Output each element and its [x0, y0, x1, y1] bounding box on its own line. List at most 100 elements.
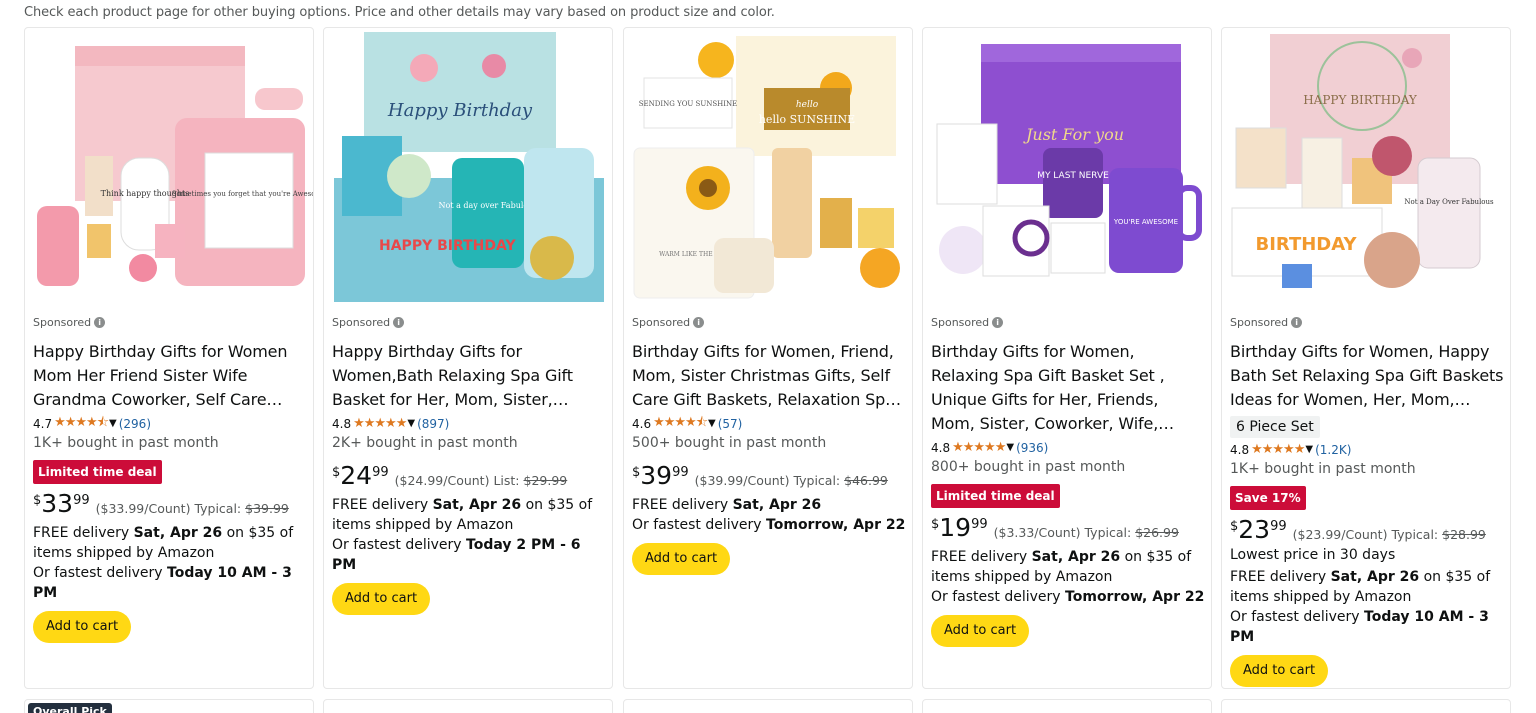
image-caption: SENDING YOU SUNSHINE [639, 100, 738, 108]
price[interactable]: $ 24 99 ($24.99/Count) List: $29.99 [332, 463, 606, 491]
chevron-down-icon[interactable]: ▼ [1305, 444, 1313, 455]
product-title[interactable]: Happy Birthday Gifts for Women,Bath Rela… [332, 340, 606, 412]
product-details: Sponsored i Birthday Gifts for Women, Hap… [1230, 314, 1504, 687]
unit-price: ($33.99/Count) Typical: $39.99 [95, 501, 289, 516]
bought-count: 1K+ bought in past month [33, 435, 219, 451]
price-whole: 19 [939, 513, 972, 542]
rating-value: 4.8 [931, 440, 951, 455]
star-rating-icon: ★★★★⯪ [653, 414, 708, 430]
product-title[interactable]: Birthday Gifts for Women, Happy Bath Set… [1230, 340, 1504, 412]
product-card: Think happy thoughts Sometimes you forge… [24, 27, 314, 689]
unit-price: ($3.33/Count) Typical: $26.99 [993, 525, 1179, 540]
review-count-link[interactable]: (1.2K) [1315, 443, 1351, 457]
product-image[interactable]: Think happy thoughts Sometimes you forge… [25, 28, 313, 302]
currency-symbol: $ [632, 465, 641, 480]
delivery-info: FREE delivery Sat, Apr 26 on $35 of item… [332, 497, 593, 573]
rating-row[interactable]: 4.8 ★★★★★ ▼ (897) [332, 415, 606, 432]
price-fraction: 99 [372, 465, 389, 480]
info-icon[interactable]: i [693, 316, 705, 328]
price-fraction: 99 [1270, 519, 1287, 534]
review-count-link[interactable]: (936) [1016, 441, 1048, 455]
was-price: $29.99 [523, 473, 568, 488]
chevron-down-icon[interactable]: ▼ [109, 418, 117, 429]
info-icon[interactable]: i [1291, 316, 1303, 328]
deal-badge: Limited time deal [33, 460, 162, 484]
image-caption: HAPPY BIRTHDAY [1303, 93, 1418, 107]
rating-value: 4.7 [33, 416, 53, 431]
unit-price: ($24.99/Count) List: $29.99 [394, 473, 568, 488]
bought-count: 2K+ bought in past month [332, 435, 518, 451]
sponsored-label[interactable]: Sponsored i [1230, 314, 1504, 330]
rating-value: 4.6 [632, 416, 652, 431]
star-rating-icon: ★★★★★ [1251, 442, 1305, 457]
bought-count: 1K+ bought in past month [1230, 461, 1416, 477]
was-price: $46.99 [844, 473, 888, 488]
delivery-info: FREE delivery Sat, Apr 26 on $35 of item… [931, 549, 1205, 605]
add-to-cart-button[interactable]: Add to cart [332, 583, 431, 615]
image-caption: Not a day over Fabulous [439, 201, 538, 210]
product-image[interactable]: hello hello SUNSHINE SENDING YOU SUNSHIN… [624, 28, 912, 302]
sponsored-label[interactable]: Sponsored i [931, 314, 1205, 330]
product-image[interactable]: HAPPY BIRTHDAY Not a Day Over Fabulous B… [1222, 28, 1510, 302]
product-card: hello hello SUNSHINE SENDING YOU SUNSHIN… [623, 27, 913, 689]
price-fraction: 99 [971, 517, 988, 532]
variant-pill[interactable]: 6 Piece Set [1230, 416, 1320, 438]
product-title[interactable]: Birthday Gifts for Women, Friend, Mom, S… [632, 340, 906, 412]
price[interactable]: $ 33 99 ($33.99/Count) Typical: $39.99 [33, 491, 307, 519]
chevron-down-icon[interactable]: ▼ [407, 418, 415, 429]
lowest-price-note: Lowest price in 30 days [1230, 547, 1396, 563]
overall-pick-badge: Overall Pick [28, 703, 112, 713]
bought-count: 500+ bought in past month [632, 435, 827, 451]
currency-symbol: $ [332, 465, 341, 480]
product-title[interactable]: Happy Birthday Gifts for Women Mom Her F… [33, 340, 307, 412]
product-details: Sponsored i Birthday Gifts for Women, Fri… [632, 314, 906, 575]
rating-row[interactable]: 4.8 ★★★★★ ▼ (1.2K) [1230, 441, 1504, 458]
product-details: Sponsored i Happy Birthday Gifts for Wome… [33, 314, 307, 643]
star-rating-icon: ★★★★★ [952, 440, 1006, 455]
image-caption: hello SUNSHINE [759, 113, 855, 126]
bought-count: 800+ bought in past month [931, 459, 1126, 475]
product-card: Just For you MY LAST NERVE YOU'RE AWESOM… [922, 27, 1212, 689]
sponsored-label[interactable]: Sponsored i [332, 314, 606, 330]
delivery-info: FREE delivery Sat, Apr 26 on $35 of item… [1230, 569, 1491, 645]
image-caption: YOU'RE AWESOME [1113, 218, 1178, 226]
chevron-down-icon[interactable]: ▼ [1006, 442, 1014, 453]
info-icon[interactable]: i [94, 316, 106, 328]
add-to-cart-button[interactable]: Add to cart [33, 611, 132, 643]
svg-text:hello: hello [796, 100, 819, 110]
review-count-link[interactable]: (897) [417, 417, 449, 431]
deal-badge: Limited time deal [931, 484, 1060, 508]
price[interactable]: $ 39 99 ($39.99/Count) Typical: $46.99 [632, 463, 906, 491]
rating-row[interactable]: 4.8 ★★★★★ ▼ (936) [931, 439, 1205, 456]
price[interactable]: $ 19 99 ($3.33/Count) Typical: $26.99 [931, 515, 1205, 543]
product-image[interactable]: Happy Birthday Not a day over Fabulous H… [324, 28, 612, 302]
rating-row[interactable]: 4.7 ★★★★⯪ ▼ (296) [33, 415, 307, 432]
product-card [623, 699, 913, 713]
star-rating-icon: ★★★★★ [353, 416, 407, 431]
product-title[interactable]: Birthday Gifts for Women, Relaxing Spa G… [931, 340, 1205, 436]
sponsored-label[interactable]: Sponsored i [632, 314, 906, 330]
info-icon[interactable]: i [992, 316, 1004, 328]
chevron-down-icon[interactable]: ▼ [708, 418, 716, 429]
sponsored-label[interactable]: Sponsored i [33, 314, 307, 330]
product-image[interactable]: Just For you MY LAST NERVE YOU'RE AWESOM… [923, 28, 1211, 302]
image-caption: MY LAST NERVE [1037, 171, 1109, 181]
image-caption: Just For you [1023, 125, 1124, 144]
image-caption: Sometimes you forget that you're Awesome [172, 190, 313, 198]
review-count-link[interactable]: (296) [119, 417, 151, 431]
rating-row[interactable]: 4.6 ★★★★⯪ ▼ (57) [632, 415, 906, 432]
product-card [922, 699, 1212, 713]
info-icon[interactable]: i [393, 316, 405, 328]
currency-symbol: $ [931, 517, 940, 532]
product-details: Sponsored i Happy Birthday Gifts for Wome… [332, 314, 606, 615]
add-to-cart-button[interactable]: Add to cart [931, 615, 1030, 647]
add-to-cart-button[interactable]: Add to cart [1230, 655, 1329, 687]
rating-value: 4.8 [332, 416, 352, 431]
add-to-cart-button[interactable]: Add to cart [632, 543, 731, 575]
unit-price: ($39.99/Count) Typical: $46.99 [694, 473, 888, 488]
price-whole: 23 [1238, 515, 1271, 544]
was-price: $26.99 [1135, 525, 1179, 540]
price-whole: 24 [340, 461, 373, 490]
review-count-link[interactable]: (57) [718, 417, 743, 431]
price[interactable]: $ 23 99 ($23.99/Count) Typical: $28.99 [1230, 517, 1504, 545]
